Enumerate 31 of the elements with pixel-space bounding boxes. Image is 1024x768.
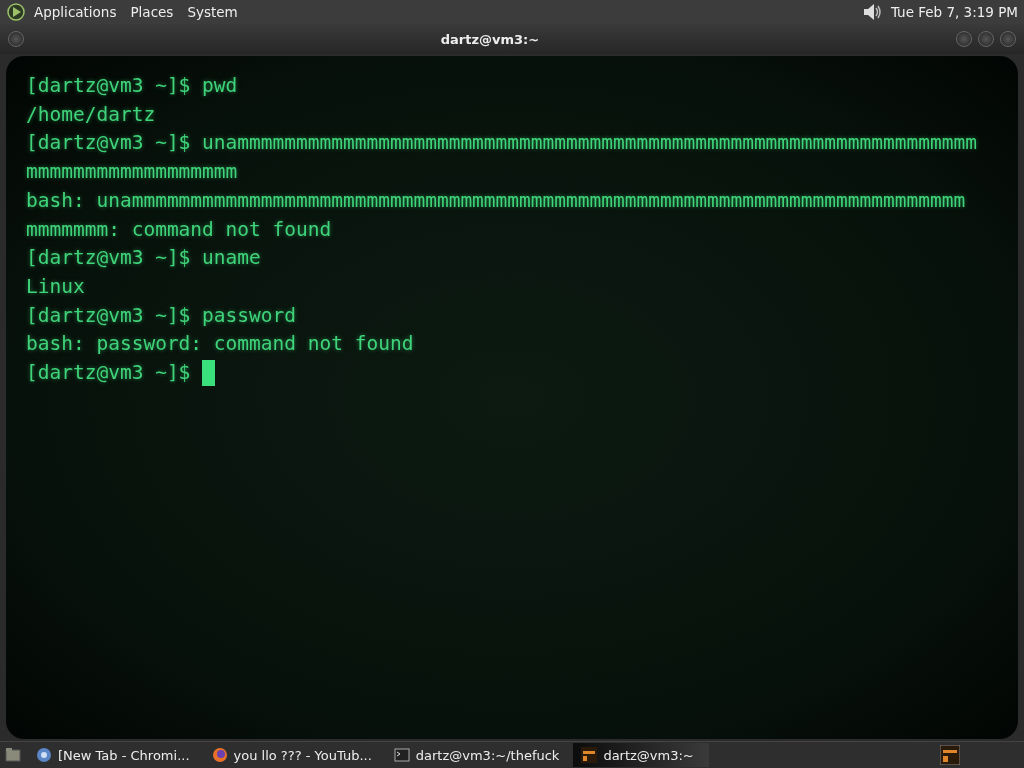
clock: Tue Feb 7, 3:19 PM [890,4,1018,20]
fox-globe-icon [211,747,228,763]
menu-item[interactable]: Places [130,4,174,20]
desktop-icon[interactable] [4,746,22,764]
terminal-line: bash: unammmmmmmmmmmmmmmmmmmmmmmmmmmmmmmmmmmmmmmmmmmmmmmmmmmmmmmmmmmmmmmmmmmmmmm [26,187,966,214]
minimize-button[interactable] [956,31,972,47]
terminal-line: mmmmmmmmmmmmmmmmmm [26,159,238,186]
terminal-line: [dartz@vm3 ~]$ password [26,302,297,329]
terminal-line: Linux [26,273,85,300]
window-menu-button[interactable] [8,31,24,47]
menu-item[interactable]: Applications [34,4,117,20]
terminal-line: bash: password: command not found [26,331,414,358]
taskbar-button[interactable]: [New Tab - Chromi... [28,743,198,767]
taskbar-button[interactable]: you llo ??? - YouTub... [203,743,380,767]
window-title: dartz@vm3:~ [439,31,541,47]
terminal-line: mmmmmmm: command not found [26,216,332,243]
menu-item[interactable]: System [187,4,238,20]
crt-icon[interactable] [940,745,960,765]
terminal-line: [dartz@vm3 ~]$ pwd [26,73,238,99]
terminal-line: [dartz@vm3 ~]$ unammmmmmmmmmmmmmmmmmmmmmmmmmmmmmmmmmmmmmmmmmmmmmmmmmmmmmmmmmmmmmm [26,130,977,157]
terminal-line: /home/dartz [26,101,156,128]
terminal-prompt: [dartz@vm3 ~]$ [26,360,191,387]
close-button[interactable] [1000,31,1016,47]
crt-icon [581,747,598,763]
taskbar-button[interactable]: dartz@vm3:~ [573,743,710,767]
terminal-icon [393,747,410,763]
terminal-line: [dartz@vm3 ~]$ uname [26,245,261,272]
maximize-button[interactable] [978,31,994,47]
play-logo-icon[interactable] [6,2,26,22]
taskbar-button[interactable]: dartz@vm3:~/thefuck [385,743,568,767]
globe-icon [36,747,52,763]
